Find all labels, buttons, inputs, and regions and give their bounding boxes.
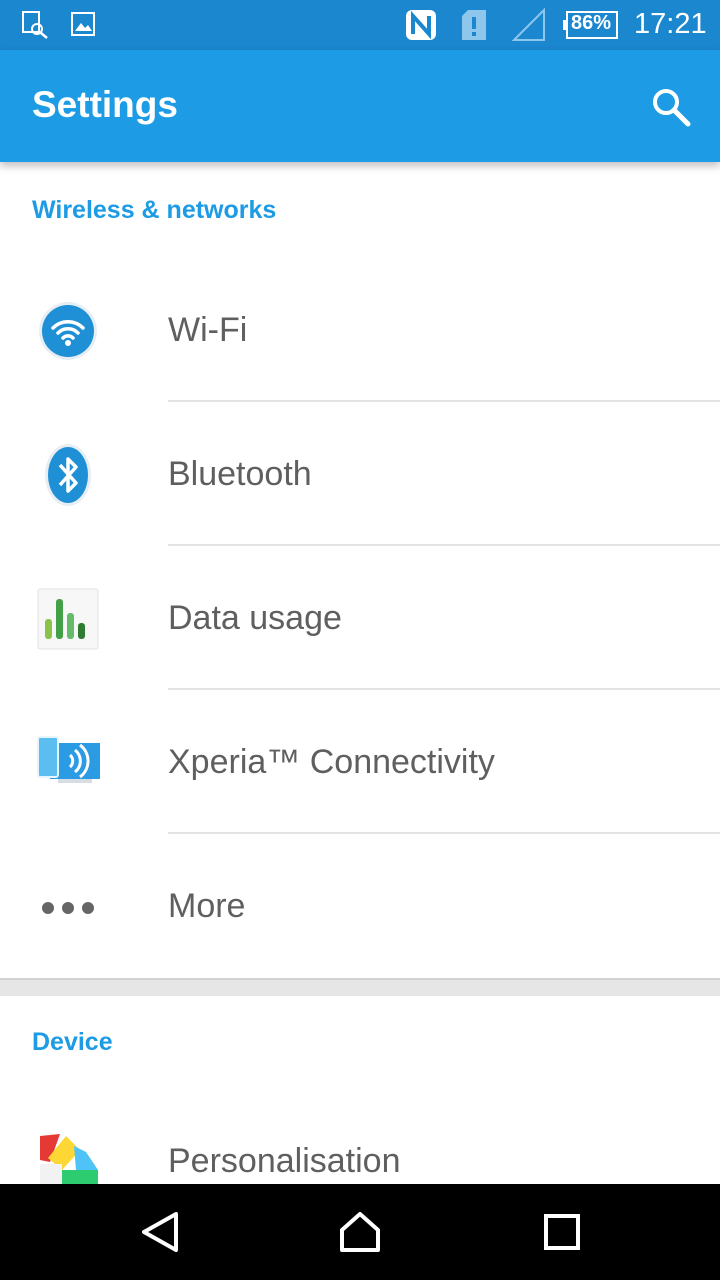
bluetooth-icon <box>36 443 100 507</box>
settings-list: Wireless & networks Wi-Fi Bluetooth Data… <box>0 162 720 1184</box>
divider <box>168 400 720 402</box>
divider <box>168 688 720 690</box>
settings-item-xperia-connectivity[interactable]: Xperia™ Connectivity <box>0 691 720 835</box>
personalisation-icon <box>36 1130 100 1184</box>
settings-item-wifi[interactable]: Wi-Fi <box>0 259 720 403</box>
section-header-device: Device <box>32 1028 113 1056</box>
back-icon[interactable] <box>138 1210 182 1254</box>
settings-item-label: Xperia™ Connectivity <box>168 743 495 781</box>
more-icon <box>36 875 100 939</box>
sim-alert-icon <box>460 8 488 47</box>
settings-item-label: Bluetooth <box>168 455 312 493</box>
xperia-connectivity-icon <box>36 731 100 795</box>
page-title: Settings <box>32 84 178 125</box>
recents-icon[interactable] <box>540 1210 584 1254</box>
search-icon[interactable] <box>648 84 694 130</box>
image-icon <box>70 10 98 43</box>
section-divider <box>0 978 720 996</box>
divider <box>168 544 720 546</box>
divider <box>168 832 720 834</box>
settings-item-label: Personalisation <box>168 1142 401 1180</box>
no-signal-icon <box>511 7 546 47</box>
screenshot-icon <box>20 10 50 45</box>
app-bar: Settings <box>0 50 720 162</box>
wifi-icon <box>36 299 100 363</box>
settings-item-bluetooth[interactable]: Bluetooth <box>0 403 720 547</box>
settings-item-personalisation[interactable]: Personalisation <box>0 1090 720 1184</box>
battery-level: 86% <box>570 12 612 34</box>
settings-item-data-usage[interactable]: Data usage <box>0 547 720 691</box>
settings-item-label: Data usage <box>168 599 342 637</box>
clock: 17:21 <box>634 8 707 40</box>
home-icon[interactable] <box>338 1210 382 1254</box>
settings-item-more[interactable]: More <box>0 835 720 979</box>
settings-item-label: More <box>168 887 246 925</box>
status-bar: 86% 17:21 <box>0 0 720 50</box>
settings-item-label: Wi-Fi <box>168 311 248 349</box>
navigation-bar <box>0 1184 720 1280</box>
section-header-wireless: Wireless & networks <box>32 196 277 224</box>
data-usage-icon <box>36 587 100 651</box>
nfc-icon <box>404 8 438 47</box>
